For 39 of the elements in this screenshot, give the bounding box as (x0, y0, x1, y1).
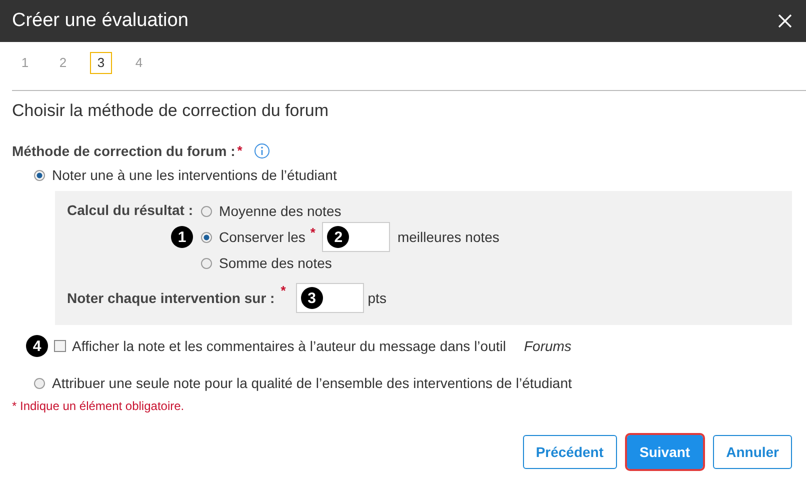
input-field[interactable]: 3 (296, 283, 364, 313)
radio-button[interactable] (34, 170, 45, 180)
radio-button[interactable] (201, 258, 212, 268)
radio-button[interactable] (201, 232, 212, 242)
option-label: Noter une à une les interventions de l’étudiant (52, 167, 337, 183)
step-tab[interactable]: 2 (52, 52, 74, 74)
callout-badge: 1 (171, 226, 194, 248)
checkbox-label: Afficher la note et les commentaires à l’auteur du message dans l’outil (72, 338, 506, 354)
dialog-button[interactable]: Suivant (626, 435, 704, 469)
step-tab[interactable]: 3 (90, 52, 112, 74)
info-icon[interactable] (254, 143, 270, 159)
required-mark: * (310, 225, 316, 240)
unit-label: pts (368, 290, 386, 306)
option-label: Somme des notes (219, 255, 332, 271)
tool-name: Forums (524, 338, 572, 354)
required-note: * Indique un élément obligatoire. (12, 399, 186, 413)
radio-button[interactable] (34, 378, 45, 388)
field-label: Calcul du résultat : (67, 201, 194, 218)
close-icon[interactable] (778, 14, 792, 28)
field-label: Méthode de correction du forum : (12, 143, 236, 159)
required-mark: * (280, 283, 286, 298)
step-tab[interactable]: 1 (14, 52, 36, 74)
input-field[interactable]: 2 (322, 222, 390, 252)
field-label: Noter chaque intervention sur : (67, 290, 275, 306)
section-heading: Choisir la méthode de correction du forum (12, 101, 330, 121)
option-label: Moyenne des notes (219, 203, 342, 219)
checkbox[interactable] (54, 340, 66, 352)
option-label: Attribuer une seule note pour la qualité de l’ensemble des interventions de l’étudiant (52, 375, 572, 391)
callout-badge: 2 (327, 226, 350, 248)
callout-badge: 4 (26, 335, 48, 357)
option-label: Conserver les (219, 229, 306, 245)
step-tab[interactable]: 4 (128, 52, 150, 74)
callout-badge: 3 (300, 287, 323, 309)
dialog-button[interactable]: Précédent (522, 435, 617, 469)
required-mark: * (237, 143, 242, 158)
radio-button[interactable] (201, 206, 212, 216)
window-title: Créer une évaluation (12, 10, 188, 32)
dialog-button[interactable]: Annuler (713, 435, 792, 469)
field-suffix: meilleures notes (397, 229, 500, 245)
